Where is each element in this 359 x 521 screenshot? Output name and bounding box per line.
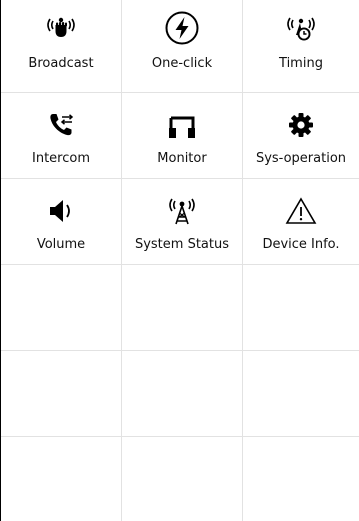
gear-icon (283, 107, 319, 143)
empty-cell (1, 437, 122, 521)
headphones-icon (164, 107, 200, 143)
empty-cell (243, 437, 359, 521)
menu-item-label: Intercom (32, 151, 90, 166)
menu-item-label: Sys-operation (255, 151, 347, 166)
empty-cell (1, 265, 122, 351)
menu-item-intercom[interactable]: Intercom (1, 93, 122, 179)
menu-grid: Broadcast One-click Timing Intercom Moni… (1, 0, 359, 521)
menu-item-device-info[interactable]: Device Info. (243, 179, 359, 265)
menu-frame: Broadcast One-click Timing Intercom Moni… (0, 0, 359, 521)
timer-broadcast-icon (283, 10, 319, 46)
menu-item-label: Monitor (157, 151, 207, 166)
menu-item-label: Timing (279, 56, 323, 71)
menu-item-label: Device Info. (262, 237, 340, 252)
empty-cell (243, 351, 359, 437)
empty-cell (122, 351, 243, 437)
warning-triangle-icon (283, 193, 319, 229)
menu-item-volume[interactable]: Volume (1, 179, 122, 265)
empty-cell (122, 437, 243, 521)
menu-item-timing[interactable]: Timing (243, 0, 359, 93)
lightning-circle-icon (164, 10, 200, 46)
speaker-volume-icon (43, 193, 79, 229)
menu-item-broadcast[interactable]: Broadcast (1, 0, 122, 93)
antenna-tower-icon (164, 193, 200, 229)
menu-item-sys-operation[interactable]: Sys-operation (243, 93, 359, 179)
menu-item-one-click[interactable]: One-click (122, 0, 243, 93)
empty-cell (122, 265, 243, 351)
menu-item-monitor[interactable]: Monitor (122, 93, 243, 179)
empty-cell (1, 351, 122, 437)
menu-item-label: Broadcast (28, 56, 94, 71)
menu-item-label: System Status (134, 237, 230, 252)
empty-cell (243, 265, 359, 351)
menu-item-system-status[interactable]: System Status (122, 179, 243, 265)
broadcast-hand-icon (43, 10, 79, 46)
menu-item-label: One-click (151, 56, 213, 71)
phone-transfer-icon (43, 107, 79, 143)
menu-item-label: Volume (36, 237, 86, 252)
